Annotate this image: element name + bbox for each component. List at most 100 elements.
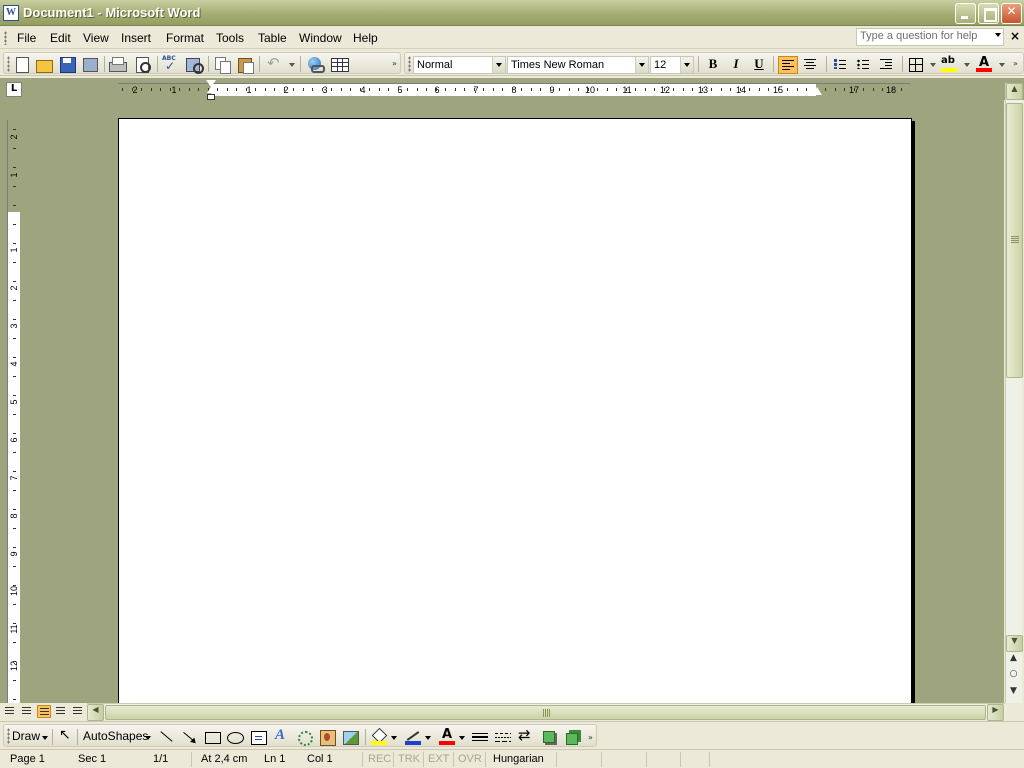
toolbar-grip[interactable]	[7, 56, 10, 72]
menu-window[interactable]: Window	[299, 30, 342, 46]
copy-icon[interactable]	[213, 56, 231, 74]
horizontal-scrollbar[interactable]: ◀ ▶	[87, 703, 1005, 721]
undo-icon[interactable]	[266, 54, 284, 72]
word-app-icon[interactable]: W	[3, 5, 19, 21]
font-select[interactable]: Times New Roman	[507, 56, 649, 74]
font-color-icon[interactable]	[975, 55, 993, 72]
3d-style-icon[interactable]	[563, 729, 581, 745]
status-trk[interactable]: TRK	[398, 752, 420, 767]
style-select[interactable]: Normal	[413, 56, 506, 74]
vertical-scrollbar[interactable]: ▲ ▼	[1005, 83, 1023, 704]
print-layout-view-button[interactable]	[37, 705, 51, 718]
draw-menu-button[interactable]: Draw	[12, 729, 40, 743]
title-bar[interactable]: W Document1 - Microsoft Word ✕	[0, 0, 1024, 26]
permission-icon[interactable]	[81, 56, 99, 72]
picture-icon[interactable]	[341, 729, 359, 745]
right-indent-marker[interactable]	[812, 87, 822, 95]
menu-help[interactable]: Help	[353, 30, 378, 46]
highlight-icon[interactable]	[940, 55, 958, 72]
increase-indent-button[interactable]	[877, 56, 897, 74]
toolbar-grip[interactable]	[7, 728, 10, 744]
chevron-down-icon[interactable]	[995, 33, 1001, 37]
chevron-down-icon[interactable]	[635, 57, 648, 73]
next-page-button[interactable]: ▼	[1006, 686, 1021, 701]
italic-button[interactable]: I	[726, 56, 746, 74]
scroll-down-button[interactable]: ▼	[1006, 635, 1023, 652]
scroll-right-button[interactable]: ▶	[987, 704, 1004, 721]
font-size-select[interactable]: 12	[650, 56, 694, 74]
status-ovr[interactable]: OVR	[458, 752, 482, 767]
scroll-left-button[interactable]: ◀	[87, 704, 104, 721]
tab-selector-button[interactable]: L	[6, 82, 22, 97]
menu-insert[interactable]: Insert	[121, 30, 151, 46]
vertical-ruler-strip[interactable]: 2 1 1 2 3 4 5 6 7 8 9 10 11 12	[7, 120, 20, 703]
font-color-icon[interactable]	[438, 727, 456, 745]
menu-tools[interactable]: Tools	[216, 30, 244, 46]
font-color-dropdown-icon[interactable]	[994, 56, 1005, 72]
toolbar-options-button[interactable]: »	[1011, 53, 1021, 73]
horizontal-scroll-thumb[interactable]	[105, 705, 986, 720]
tables-borders-icon[interactable]	[330, 56, 349, 72]
web-layout-view-button[interactable]	[20, 705, 34, 718]
document-page[interactable]	[118, 118, 912, 703]
status-language[interactable]: Hungarian	[493, 752, 544, 767]
bold-button[interactable]: B	[703, 56, 723, 74]
undo-dropdown-icon[interactable]	[284, 56, 295, 72]
status-ext[interactable]: EXT	[428, 752, 449, 767]
border-icon[interactable]	[907, 56, 925, 72]
wordart-icon[interactable]	[272, 727, 290, 745]
diagram-icon[interactable]	[295, 729, 313, 746]
print-preview-icon[interactable]	[133, 56, 151, 73]
highlight-dropdown-icon[interactable]	[959, 56, 970, 72]
research-icon[interactable]	[185, 56, 204, 74]
bullets-button[interactable]	[854, 56, 874, 74]
restore-button[interactable]	[978, 3, 999, 24]
select-browse-object-button[interactable]: ○	[1006, 669, 1021, 684]
numbering-button[interactable]	[831, 56, 851, 74]
spelling-grammar-icon[interactable]	[162, 55, 180, 73]
close-button[interactable]: ✕	[1001, 3, 1022, 24]
chevron-down-icon[interactable]	[680, 57, 693, 73]
hyperlink-icon[interactable]	[306, 56, 325, 73]
shadow-style-icon[interactable]	[540, 729, 558, 745]
line-icon[interactable]	[157, 729, 175, 745]
center-button[interactable]	[801, 56, 821, 74]
normal-view-button[interactable]	[3, 705, 17, 718]
horizontal-ruler-strip[interactable]: 211234567891011121314151718	[118, 83, 910, 96]
toolbar-options-button[interactable]: »	[390, 53, 400, 73]
left-indent-marker[interactable]	[206, 80, 216, 102]
font-color-dropdown-icon[interactable]	[459, 736, 465, 740]
arrow-style-icon[interactable]	[517, 726, 535, 745]
align-left-button[interactable]	[778, 56, 798, 74]
menu-format[interactable]: Format	[166, 30, 204, 46]
menu-file[interactable]: File	[17, 30, 36, 46]
save-disk-icon[interactable]	[58, 56, 76, 73]
scroll-up-button[interactable]: ▲	[1006, 83, 1023, 100]
underline-button[interactable]: U	[749, 56, 769, 74]
new-document-icon[interactable]	[13, 56, 31, 73]
line-color-dropdown-icon[interactable]	[425, 736, 431, 740]
outline-view-button[interactable]	[54, 705, 68, 718]
text-box-icon[interactable]	[249, 729, 267, 745]
fill-color-icon[interactable]	[370, 729, 388, 745]
arrow-icon[interactable]	[180, 729, 198, 745]
chevron-down-icon[interactable]	[492, 57, 505, 73]
toolbar-options-button[interactable]: »	[586, 725, 596, 745]
dash-style-icon[interactable]	[494, 729, 512, 745]
chevron-down-icon[interactable]	[42, 736, 48, 740]
oval-icon[interactable]	[226, 729, 244, 745]
menu-table[interactable]: Table	[258, 30, 287, 46]
reading-layout-view-button[interactable]	[71, 705, 85, 718]
rectangle-icon[interactable]	[203, 729, 221, 745]
line-color-icon[interactable]	[404, 729, 422, 745]
paste-icon[interactable]	[236, 56, 254, 74]
menu-edit[interactable]: Edit	[50, 30, 71, 46]
menu-view[interactable]: View	[83, 30, 109, 46]
minimize-button[interactable]	[955, 3, 976, 24]
fill-color-dropdown-icon[interactable]	[391, 736, 397, 740]
autoshapes-menu-button[interactable]: AutoShapes	[83, 729, 148, 743]
menu-grip[interactable]	[4, 31, 7, 45]
document-close-button[interactable]: ×	[1008, 29, 1022, 45]
select-objects-icon[interactable]: ↖	[55, 727, 73, 745]
clip-art-icon[interactable]	[318, 729, 336, 746]
